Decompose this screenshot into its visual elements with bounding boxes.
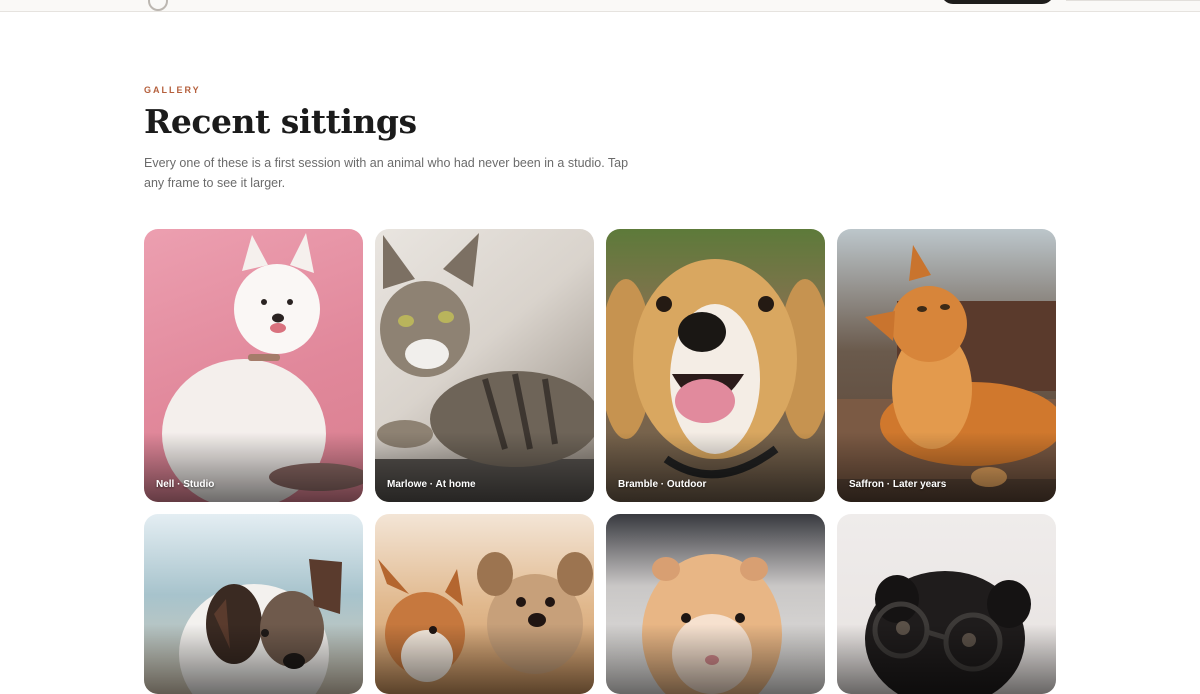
- gallery-tile[interactable]: Nell · Studio: [144, 229, 363, 502]
- gallery-tile[interactable]: [375, 514, 594, 694]
- tile-caption: Nell · Studio: [156, 479, 215, 490]
- caption-gradient: [606, 624, 825, 694]
- page-title: Recent sittings: [144, 102, 417, 141]
- gallery-tile[interactable]: [837, 514, 1056, 694]
- caption-gradient: [375, 432, 594, 502]
- caption-gradient: [375, 624, 594, 694]
- tile-caption: Marlowe · At home: [387, 479, 476, 490]
- gallery-tile[interactable]: [606, 514, 825, 694]
- caption-gradient: [144, 624, 363, 694]
- nav-cta-button[interactable]: [941, 0, 1054, 4]
- section-description: Every one of these is a first session wi…: [144, 156, 629, 190]
- caption-gradient: [837, 624, 1056, 694]
- caption-gradient: [837, 432, 1056, 502]
- caption-gradient: [144, 432, 363, 502]
- gallery-tile[interactable]: Marlowe · At home: [375, 229, 594, 502]
- nav-divider: [1066, 0, 1200, 5]
- logo-icon[interactable]: [148, 0, 168, 11]
- section-eyebrow: GALLERY: [144, 85, 201, 95]
- gallery-tile[interactable]: Saffron · Later years: [837, 229, 1056, 502]
- caption-gradient: [606, 432, 825, 502]
- tile-caption: Saffron · Later years: [849, 479, 947, 490]
- tile-caption: Bramble · Outdoor: [618, 479, 707, 490]
- top-navigation-bar: [0, 0, 1200, 12]
- gallery-tile[interactable]: [144, 514, 363, 694]
- gallery-tile[interactable]: Bramble · Outdoor: [606, 229, 825, 502]
